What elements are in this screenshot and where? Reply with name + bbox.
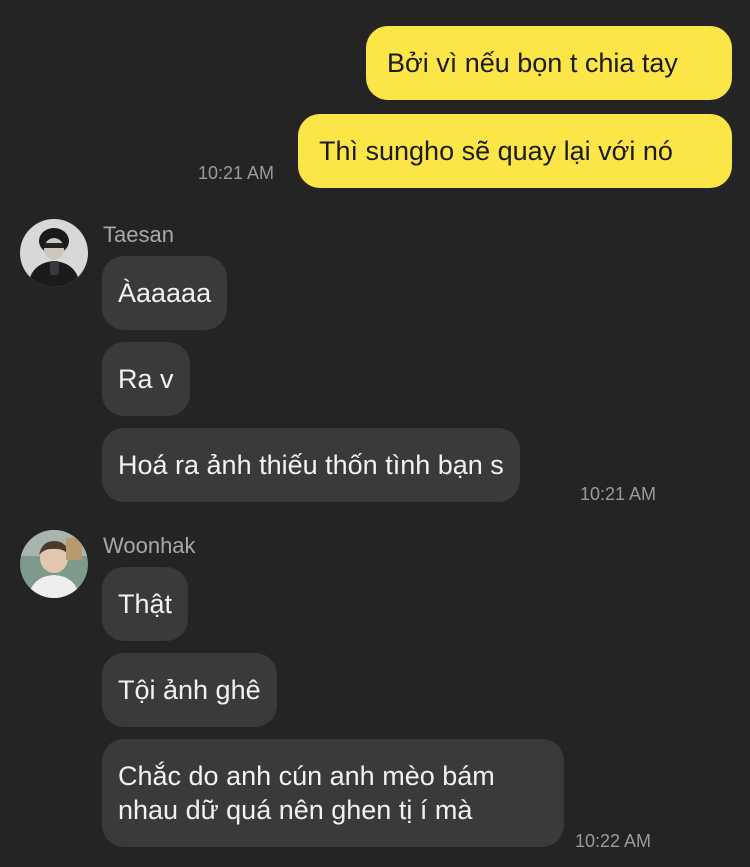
- profile-photo-icon: [20, 219, 88, 287]
- outgoing-message[interactable]: Bởi vì nếu bọn t chia tay: [366, 26, 732, 100]
- incoming-message[interactable]: Hoá ra ảnh thiếu thốn tình bạn s: [102, 428, 520, 502]
- message-text: Ra v: [118, 364, 174, 394]
- message-timestamp: 10:21 AM: [580, 484, 657, 504]
- message-text: Chắc do anh cún anh mèo bám nhau dữ quá …: [118, 761, 495, 825]
- incoming-message[interactable]: Thật: [102, 567, 189, 641]
- incoming-message[interactable]: Àaaaaa: [102, 256, 228, 330]
- message-text: Àaaaaa: [118, 278, 212, 308]
- message-text: Thật: [118, 589, 173, 619]
- incoming-message[interactable]: Chắc do anh cún anh mèo bám nhau dữ quá …: [102, 739, 564, 847]
- outgoing-message[interactable]: Thì sungho sẽ quay lại với nó: [298, 114, 732, 188]
- incoming-message[interactable]: Tội ảnh ghê: [102, 653, 277, 727]
- message-text: Tội ảnh ghê: [118, 675, 261, 705]
- message-timestamp: 10:21 AM: [198, 163, 275, 183]
- profile-photo-icon: [20, 530, 88, 598]
- message-timestamp: 10:22 AM: [575, 831, 652, 851]
- avatar-woonhak[interactable]: [20, 530, 88, 598]
- incoming-message[interactable]: Ra v: [102, 342, 190, 416]
- message-text: Hoá ra ảnh thiếu thốn tình bạn s: [118, 450, 504, 480]
- message-text: Bởi vì nếu bọn t chia tay: [387, 48, 678, 78]
- avatar-taesan[interactable]: [20, 219, 88, 287]
- sender-name: Woonhak: [103, 533, 196, 558]
- sender-name: Taesan: [103, 222, 174, 247]
- message-text: Thì sungho sẽ quay lại với nó: [319, 136, 673, 166]
